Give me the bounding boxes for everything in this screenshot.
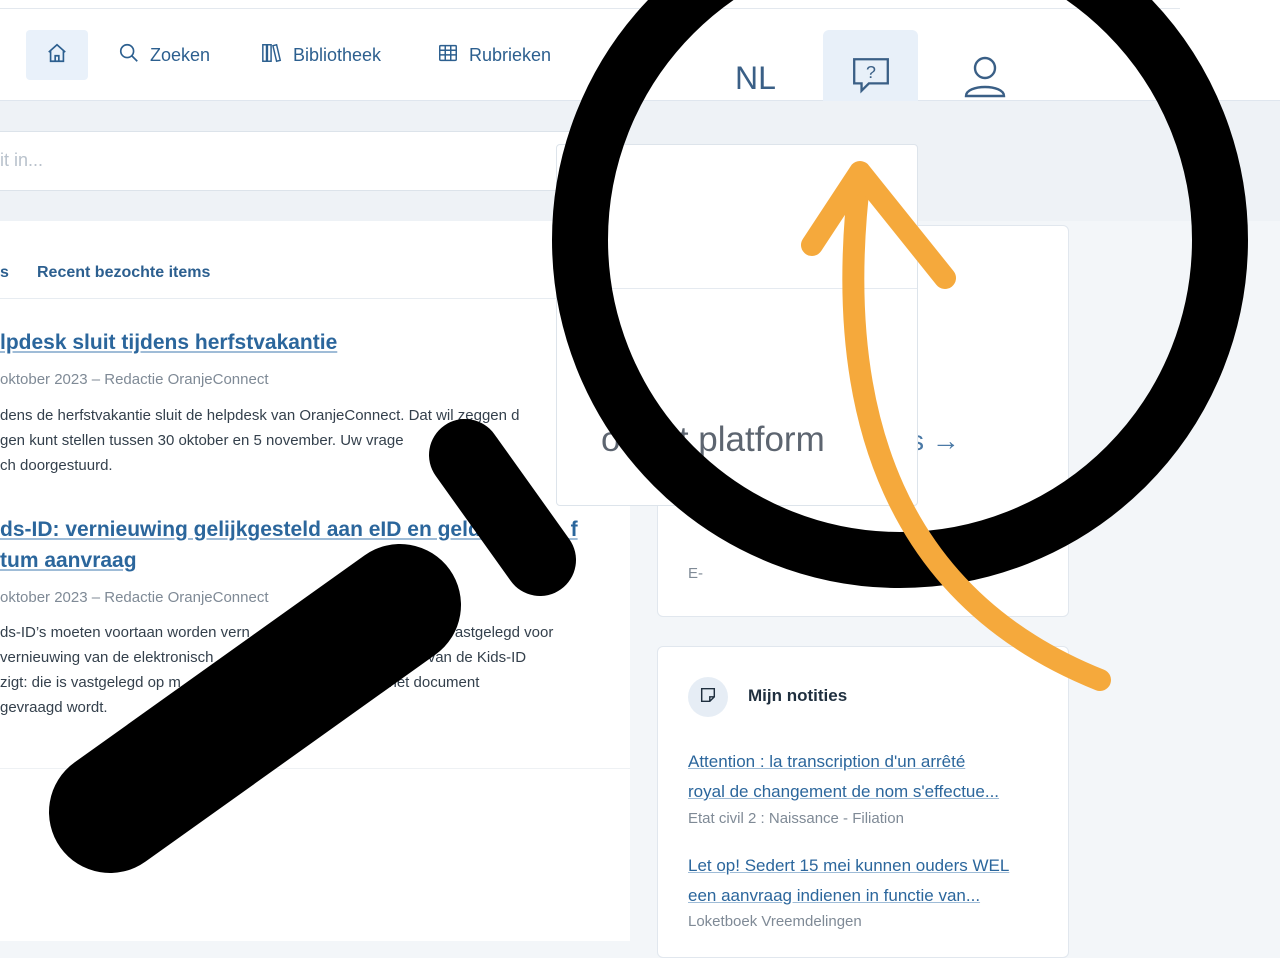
grid-icon: [437, 42, 459, 69]
news-title-2[interactable]: ds-ID: vernieuwing gelijkgesteld aan eID…: [0, 514, 578, 576]
side-email-label: E-: [688, 565, 703, 582]
news-body-line: zigt: die is vastgelegd op m atum waarop…: [0, 674, 480, 691]
news-title-line: ds-ID: vernieuwing gelijkgesteld aan eID…: [0, 518, 578, 541]
notes-title: Mijn notities: [748, 686, 848, 705]
nav-bibliotheek[interactable]: Bibliotheek: [261, 40, 381, 70]
note-category-2: Loketboek Vreemdelingen: [688, 913, 862, 930]
note-link-1[interactable]: Attention : la transcription d'un arrêté…: [688, 747, 1048, 807]
top-navigation: Zoeken Bibliotheek Rubrieken: [0, 0, 1280, 101]
note-icon: [699, 686, 717, 709]
news-meta-1: oktober 2023 – Redactie OranjeConnect: [0, 371, 269, 388]
search-placeholder: it in...: [0, 150, 44, 170]
help-chat-icon: ?: [850, 54, 892, 101]
tab-bar: s Recent bezochte items: [0, 262, 630, 299]
news-body-2: ds-ID’s moeten voortaan worden vern als …: [0, 620, 600, 720]
dropdown-separator: [557, 288, 917, 289]
home-icon: [46, 42, 68, 69]
note-link-line: Let op! Sedert 15 mei kunnen ouders WEL: [688, 856, 1010, 875]
books-icon: [261, 42, 283, 69]
nav-rubrieken[interactable]: Rubrieken: [437, 40, 551, 70]
nav-zoeken-label: Zoeken: [150, 44, 211, 65]
home-button[interactable]: [26, 30, 88, 80]
news-title-line: tum aanvraag: [0, 549, 137, 572]
news-body-line: dens de herfstvakantie sluit de helpdesk…: [0, 407, 520, 424]
note-category-1: Etat civil 2 : Naissance - Filiation: [688, 810, 904, 827]
news-divider: [0, 768, 630, 769]
help-platform-link[interactable]: ot het platform: [601, 420, 825, 460]
tab-news[interactable]: s: [0, 264, 9, 282]
note-link-line: een aanvraag indienen in functie van...: [688, 886, 981, 905]
help-dropdown: ot het platform: [556, 144, 918, 506]
nav-bibliotheek-label: Bibliotheek: [293, 44, 382, 65]
search-input[interactable]: it in...: [0, 131, 601, 191]
top-divider: [0, 8, 1180, 9]
news-body-line: ch doorgestuurd.: [0, 457, 113, 474]
user-menu-button[interactable]: [960, 52, 1010, 102]
svg-text:?: ?: [866, 62, 876, 82]
news-meta-2: oktober 2023 – Redactie OranjeConnect: [0, 589, 269, 606]
tab-recent-items[interactable]: Recent bezochte items: [37, 264, 210, 282]
language-selector[interactable]: NL: [735, 60, 776, 97]
news-body-line: vernieuwing van de elektronisch e geldig…: [0, 649, 527, 666]
news-title-1[interactable]: lpdesk sluit tijdens herfstvakantie: [0, 327, 337, 358]
news-body-1: dens de herfstvakantie sluit de helpdesk…: [0, 403, 600, 478]
note-link-2[interactable]: Let op! Sedert 15 mei kunnen ouders WEL …: [688, 851, 1048, 911]
nav-zoeken[interactable]: Zoeken: [118, 40, 210, 70]
nav-rubrieken-label: Rubrieken: [469, 44, 552, 65]
news-body-line: gevraagd wordt.: [0, 699, 108, 716]
note-link-line: Attention : la transcription d'un arrêté: [688, 752, 966, 771]
note-link-line: royal de changement de nom s'effectue...: [688, 782, 1000, 801]
news-body-line: gen kunt stellen tussen 30 oktober en 5 …: [0, 432, 499, 449]
notes-icon-badge: [688, 677, 728, 717]
news-body-line: ds-ID’s moeten voortaan worden vern als …: [0, 624, 554, 641]
search-icon: [118, 42, 140, 69]
